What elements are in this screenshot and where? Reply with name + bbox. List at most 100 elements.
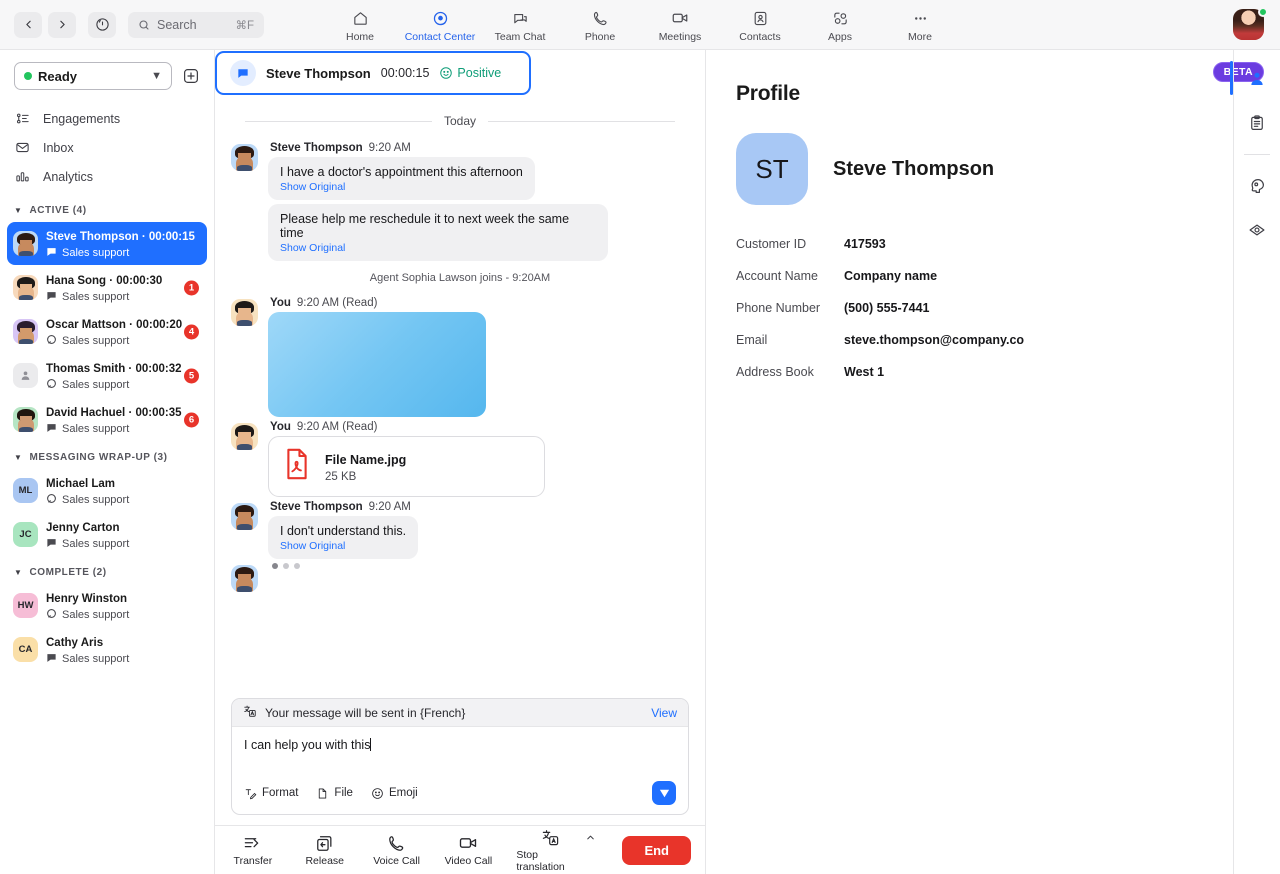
show-original-link[interactable]: Show Original xyxy=(280,540,406,552)
add-engagement-button[interactable] xyxy=(180,65,202,87)
nav-apps[interactable]: Apps xyxy=(800,7,880,43)
agent-status-row: Ready ▼ xyxy=(0,50,214,98)
show-original-link[interactable]: Show Original xyxy=(280,242,596,254)
forward-button[interactable] xyxy=(48,11,76,38)
conversation-list-item[interactable]: Hana Song · 00:00:30 Sales support 1 xyxy=(7,266,207,309)
rail-item-ai-assist[interactable] xyxy=(1244,173,1270,199)
message-time: 9:20 AM (Read) xyxy=(296,297,378,309)
sidebar-item-engagements[interactable]: Engagements xyxy=(0,104,214,133)
rail-item-insights[interactable] xyxy=(1244,217,1270,243)
release-label: Release xyxy=(305,854,344,867)
release-icon xyxy=(315,834,334,853)
avatar: ML xyxy=(13,478,38,503)
conversation-list-item[interactable]: David Hachuel · 00:00:35 Sales support 6 xyxy=(7,398,207,441)
nav-phone[interactable]: Phone xyxy=(560,7,640,43)
message-text: Steve Thompson 9:20 AM I have a doctor's a… xyxy=(231,142,689,200)
avatar xyxy=(13,319,38,344)
group-header[interactable]: ▼ MESSAGING WRAP-UP (3) xyxy=(0,442,214,468)
conversation-list-item[interactable]: JC Jenny Carton Sales support xyxy=(7,513,207,556)
back-button[interactable] xyxy=(14,11,42,38)
avatar xyxy=(231,503,258,530)
emoji-button[interactable]: Emoji xyxy=(371,787,418,800)
presence-status-dot xyxy=(1258,7,1268,17)
conversation-list-item[interactable]: Steve Thompson · 00:00:15 Sales support xyxy=(7,222,207,265)
conversation-list-item[interactable]: Thomas Smith · 00:00:32 Sales support 5 xyxy=(7,354,207,397)
conversation-list-item[interactable]: Oscar Mattson · 00:00:20 Sales support 4 xyxy=(7,310,207,353)
message-text: Please help me reschedule it to next wee… xyxy=(280,212,570,240)
nav-contacts[interactable]: Contacts xyxy=(720,7,800,43)
show-original-link[interactable]: Show Original xyxy=(280,181,523,193)
composer-wrap: Your message will be sent in {French} Vi… xyxy=(215,698,705,825)
nav-contacts-label: Contacts xyxy=(739,30,781,43)
chat-outline-icon xyxy=(46,493,57,507)
release-button[interactable]: Release xyxy=(301,834,349,867)
conversation-groups: ▼ ACTIVE (4) Steve Thompson · 00:00:15 Sale… xyxy=(0,195,214,672)
rail-item-profile[interactable] xyxy=(1230,61,1270,95)
profile-field-row: Email steve.thompson@company.co xyxy=(736,333,1233,347)
sidebar-item-inbox[interactable]: Inbox xyxy=(0,133,214,162)
stop-translation-button[interactable]: Stop translation xyxy=(516,828,595,873)
clipboard-notes-icon xyxy=(1251,115,1263,130)
message-list: Steve Thompson 9:20 AM I have a doctor's a… xyxy=(231,142,689,592)
message-text: Please help me reschedule it to next wee… xyxy=(231,204,689,261)
sidebar-item-analytics[interactable]: Analytics xyxy=(0,162,214,191)
video-call-button[interactable]: Video Call xyxy=(444,834,492,867)
group-header[interactable]: ▼ ACTIVE (4) xyxy=(0,195,214,221)
conversation-list-item[interactable]: CA Cathy Aris Sales support xyxy=(7,628,207,671)
profile-field-row: Account Name Company name xyxy=(736,269,1233,283)
send-button[interactable] xyxy=(652,781,676,805)
end-button[interactable]: End xyxy=(622,835,691,865)
chat-filled-icon xyxy=(46,290,57,304)
emoji-label: Emoji xyxy=(388,787,418,799)
conversation-name: Michael Lam xyxy=(46,478,116,490)
emoji-smiley-icon xyxy=(372,787,383,799)
conversation-list-item[interactable]: HW Henry Winston Sales support xyxy=(7,584,207,627)
unread-badge: 1 xyxy=(184,280,199,295)
nav-contact-center[interactable]: Contact Center xyxy=(400,7,480,43)
conversation-name: Thomas Smith · 00:00:32 xyxy=(46,363,182,375)
search-placeholder: Search xyxy=(157,17,197,32)
profile-field-value: (500) 555-7441 xyxy=(844,301,930,315)
chevron-up-icon[interactable] xyxy=(585,832,596,846)
browser-nav-buttons xyxy=(14,11,116,38)
more-ellipsis-icon xyxy=(912,9,929,28)
conversation-name: Hana Song · 00:00:30 xyxy=(46,275,163,287)
nav-home[interactable]: Home xyxy=(320,7,400,43)
conversation-tab-active[interactable]: Steve Thompson 00:00:15 Positive xyxy=(215,51,531,95)
agent-status-select[interactable]: Ready ▼ xyxy=(14,62,172,90)
file-name: File Name.jpg xyxy=(325,452,407,467)
sentiment-label: Positive xyxy=(457,66,502,80)
message-time: 9:20 AM xyxy=(368,142,411,154)
conversation-list-item[interactable]: ML Michael Lam Sales support xyxy=(7,469,207,512)
nav-phone-label: Phone xyxy=(584,30,616,43)
transfer-button[interactable]: Transfer xyxy=(229,834,277,867)
nav-more[interactable]: More xyxy=(880,7,960,43)
nav-team-chat[interactable]: Team Chat xyxy=(480,7,560,43)
conversation-tab-bar: Steve Thompson 00:00:15 Positive xyxy=(215,50,705,96)
nav-more-label: More xyxy=(908,30,932,43)
file-attachment[interactable]: File Name.jpg 25 KB xyxy=(268,436,545,497)
group-header[interactable]: ▼ COMPLETE (2) xyxy=(0,557,214,583)
message-text: Steve Thompson 9:20 AM I don't understand … xyxy=(231,501,689,559)
translate-stop-icon xyxy=(541,828,560,847)
nav-meetings-label: Meetings xyxy=(658,30,702,43)
search-input[interactable]: Search ⌘F xyxy=(128,11,264,38)
format-button[interactable]: Format xyxy=(244,787,298,800)
image-attachment[interactable] xyxy=(268,312,486,417)
nav-meetings[interactable]: Meetings xyxy=(640,7,720,43)
conversation-panel: Steve Thompson 00:00:15 Positive Today S… xyxy=(215,50,706,874)
nav-home-label: Home xyxy=(345,30,374,43)
history-button[interactable] xyxy=(88,11,116,38)
voice-call-button[interactable]: Voice Call xyxy=(373,834,421,867)
profile-name: Steve Thompson xyxy=(833,157,995,180)
profile-field-row: Address Book West 1 xyxy=(736,365,1233,379)
rail-item-notes[interactable] xyxy=(1244,110,1270,136)
view-translation-link[interactable]: View xyxy=(651,706,677,720)
file-button[interactable]: File xyxy=(316,787,353,800)
nav-team-chat-label: Team Chat xyxy=(494,30,546,43)
message-time: 9:20 AM xyxy=(368,501,411,513)
message-thread[interactable]: Today Steve Thompson 9:20 AM I have a doct… xyxy=(215,96,705,698)
message-input[interactable]: I can help you with this xyxy=(232,727,688,777)
message-text: I don't understand this. xyxy=(280,524,407,538)
plus-square-icon xyxy=(184,69,198,83)
